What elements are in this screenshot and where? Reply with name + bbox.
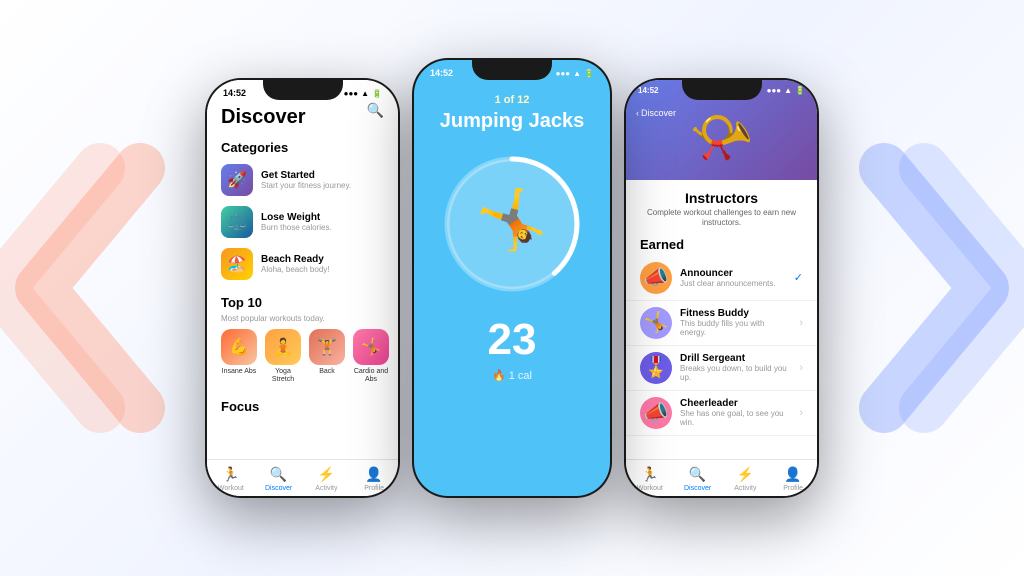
fitness-buddy-info: Fitness Buddy This buddy fills you with …	[680, 308, 791, 337]
discover-header: Discover 🔍	[207, 102, 398, 134]
workout-tab-icon-right: 🏃	[641, 466, 658, 483]
instructor-announcer[interactable]: 📣 Announcer Just clear announcements. ✓	[626, 256, 817, 301]
left-phone-notch	[263, 78, 343, 100]
chevron-right-icon-2: ›	[799, 362, 803, 374]
cheerleader-avatar: 📣	[640, 397, 672, 429]
discover-tab-icon-right: 🔍	[689, 466, 706, 483]
scene: 14:52 ●●●▲🔋 Discover 🔍 Categories 🚀 Get …	[0, 0, 1024, 576]
center-phone-notch	[472, 58, 552, 80]
categories-title: Categories	[207, 134, 398, 159]
workout-yoga[interactable]: 🧘 Yoga Stretch	[265, 329, 301, 385]
exercise-counter: 1 of 12	[495, 94, 530, 106]
back-label: Discover	[641, 108, 676, 118]
exercise-cal: 🔥 1 cal	[492, 369, 532, 382]
tab-profile-left[interactable]: 👤 Profile	[350, 466, 398, 492]
instructors-subtitle: Complete workout challenges to earn new …	[640, 208, 803, 229]
right-tab-bar: 🏃 Workout 🔍 Discover ⚡ Activity 👤 Profil…	[626, 459, 817, 496]
focus-section: Focus	[207, 389, 398, 418]
center-time: 14:52	[430, 68, 453, 78]
tab-workout-right[interactable]: 🏃 Workout	[626, 466, 674, 492]
workout-insane-abs[interactable]: 💪 Insane Abs	[221, 329, 257, 385]
top10-subtitle: Most popular workouts today.	[207, 314, 398, 329]
right-phone-notch	[682, 78, 762, 100]
right-phone-screen: 14:52 ●●●▲🔋 ‹ Discover 📯 Instructors Com…	[626, 80, 817, 496]
discover-title: Discover	[221, 106, 384, 128]
search-icon[interactable]: 🔍	[367, 102, 384, 119]
exercise-name: Jumping Jacks	[440, 110, 585, 133]
top10-section: Top 10 Most popular workouts today. 💪 In…	[207, 285, 398, 389]
category-get-started[interactable]: 🚀 Get Started Start your fitness journey…	[207, 159, 398, 201]
center-phone-screen: 14:52 ●●●▲🔋 1 of 12 Jumping Jacks 🤸	[414, 60, 610, 496]
drill-sergeant-avatar: 🎖️	[640, 352, 672, 384]
discover-screen: 14:52 ●●●▲🔋 Discover 🔍 Categories 🚀 Get …	[207, 80, 398, 496]
category-icon-weight: ⚖️	[221, 206, 253, 238]
instructor-fitness-buddy[interactable]: 🤸 Fitness Buddy This buddy fills you wit…	[626, 301, 817, 346]
profile-tab-icon: 👤	[365, 466, 382, 483]
announcer-avatar: 📣	[640, 262, 672, 294]
drill-sergeant-info: Drill Sergeant Breaks you down, to build…	[680, 353, 791, 382]
earned-title: Earned	[626, 233, 817, 256]
category-icon-rocket: 🚀	[221, 164, 253, 196]
left-tab-bar: 🏃 Workout 🔍 Discover ⚡ Activity 👤 Profil…	[207, 459, 398, 496]
category-lose-weight[interactable]: ⚖️ Lose Weight Burn those calories.	[207, 201, 398, 243]
tab-discover-left[interactable]: 🔍 Discover	[255, 466, 303, 492]
instructors-title-section: Instructors Complete workout challenges …	[626, 180, 817, 233]
tab-profile-right[interactable]: 👤 Profile	[769, 466, 817, 492]
activity-tab-icon: ⚡	[318, 466, 335, 483]
whistle-icon: 📯	[689, 107, 754, 168]
chevron-right-icon: ›	[799, 317, 803, 329]
tab-discover-right[interactable]: 🔍 Discover	[674, 466, 722, 492]
tab-workout-left[interactable]: 🏃 Workout	[207, 466, 255, 492]
instructor-cheerleader[interactable]: 📣 Cheerleader She has one goal, to see y…	[626, 391, 817, 436]
right-time: 14:52	[638, 86, 658, 95]
deco-right-arrow	[844, 138, 1024, 438]
instructors-screen: 14:52 ●●●▲🔋 ‹ Discover 📯 Instructors Com…	[626, 80, 817, 496]
category-beach-ready[interactable]: 🏖️ Beach Ready Aloha, beach body!	[207, 243, 398, 285]
discover-tab-icon: 🔍	[270, 466, 287, 483]
exercise-number: 23	[488, 315, 537, 365]
back-button[interactable]: ‹ Discover	[636, 108, 676, 118]
instructor-drill-sergeant[interactable]: 🎖️ Drill Sergeant Breaks you down, to bu…	[626, 346, 817, 391]
exercise-figure: 🤸	[476, 187, 548, 255]
left-phone: 14:52 ●●●▲🔋 Discover 🔍 Categories 🚀 Get …	[205, 78, 400, 498]
workout-back[interactable]: 🏋️ Back	[309, 329, 345, 385]
cheerleader-info: Cheerleader She has one goal, to see you…	[680, 398, 791, 427]
flame-icon: 🔥	[492, 369, 506, 382]
activity-tab-icon-right: ⚡	[737, 466, 754, 483]
left-phone-screen: 14:52 ●●●▲🔋 Discover 🔍 Categories 🚀 Get …	[207, 80, 398, 496]
announcer-info: Announcer Just clear announcements.	[680, 268, 786, 288]
deco-left-arrow	[0, 138, 180, 438]
workout-grid: 💪 Insane Abs 🧘 Yoga Stretch 🏋️ Back	[207, 329, 398, 385]
chevron-right-icon-3: ›	[799, 407, 803, 419]
tab-activity-right[interactable]: ⚡ Activity	[722, 466, 770, 492]
back-chevron-icon: ‹	[636, 108, 639, 118]
check-icon: ✓	[794, 271, 803, 284]
exercise-circle: 🤸	[437, 149, 587, 299]
workout-tab-icon: 🏃	[222, 466, 239, 483]
category-text-get-started: Get Started Start your fitness journey.	[261, 170, 351, 190]
center-status-icons: ●●●▲🔋	[556, 69, 594, 78]
right-phone: 14:52 ●●●▲🔋 ‹ Discover 📯 Instructors Com…	[624, 78, 819, 498]
instructors-title: Instructors	[640, 190, 803, 206]
left-time: 14:52	[223, 88, 246, 98]
workout-icon-abs: 💪	[221, 329, 257, 365]
workout-cardio[interactable]: 🤸 Cardio and Abs	[353, 329, 389, 385]
workout-icon-cardio: 🤸	[353, 329, 389, 365]
category-icon-beach: 🏖️	[221, 248, 253, 280]
tab-activity-left[interactable]: ⚡ Activity	[303, 466, 351, 492]
profile-tab-icon-right: 👤	[784, 466, 801, 483]
focus-title: Focus	[221, 395, 384, 418]
exercise-screen: 14:52 ●●●▲🔋 1 of 12 Jumping Jacks 🤸	[414, 60, 610, 496]
workout-icon-yoga: 🧘	[265, 329, 301, 365]
left-status-icons: ●●●▲🔋	[344, 89, 382, 98]
workout-icon-back: 🏋️	[309, 329, 345, 365]
category-text-beach: Beach Ready Aloha, beach body!	[261, 254, 330, 274]
center-phone: 14:52 ●●●▲🔋 1 of 12 Jumping Jacks 🤸	[412, 58, 612, 498]
top10-title: Top 10	[207, 289, 398, 314]
fitness-buddy-avatar: 🤸	[640, 307, 672, 339]
category-text-lose-weight: Lose Weight Burn those calories.	[261, 212, 332, 232]
